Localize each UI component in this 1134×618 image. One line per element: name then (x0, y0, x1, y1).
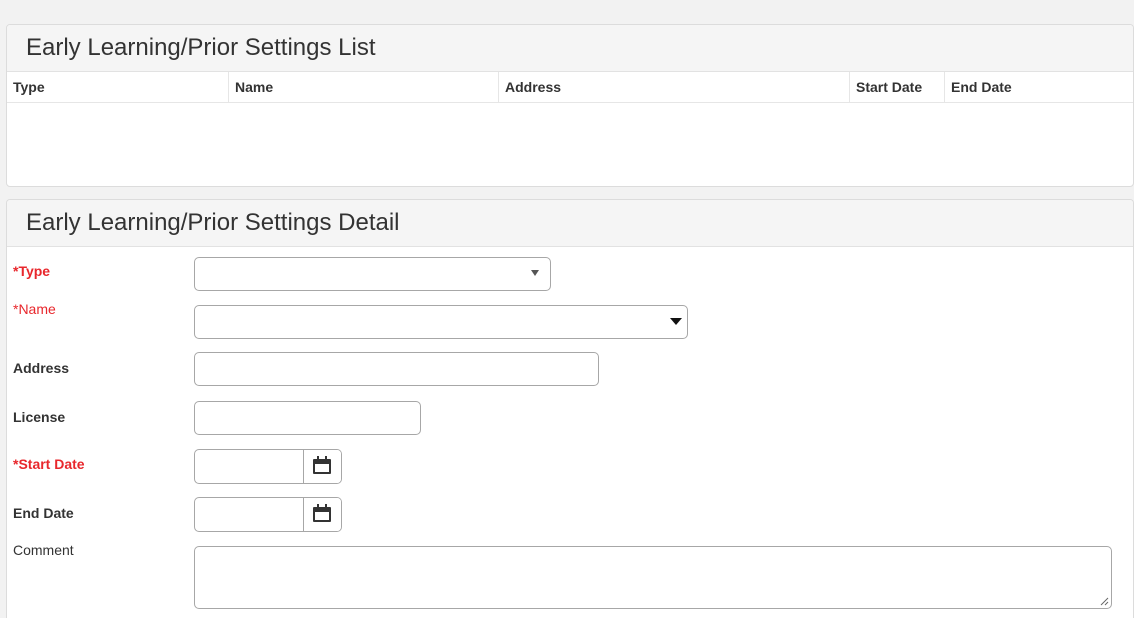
comment-field (194, 546, 1112, 609)
start-date-label: *Start Date (13, 456, 85, 472)
address-input[interactable] (194, 352, 599, 386)
end-date-field (194, 497, 342, 532)
list-table-body (7, 103, 1133, 186)
column-header-address[interactable]: Address (499, 72, 850, 102)
resize-grip-icon[interactable] (1099, 596, 1109, 606)
comment-textarea[interactable] (194, 546, 1112, 609)
column-header-type[interactable]: Type (7, 72, 229, 102)
calendar-icon (313, 504, 331, 522)
column-header-end-date[interactable]: End Date (945, 72, 1133, 102)
end-date-label: End Date (13, 505, 74, 521)
chevron-down-icon (670, 318, 682, 325)
chevron-down-icon (531, 270, 539, 276)
start-date-input[interactable] (195, 450, 303, 483)
list-table-header: Type Name Address Start Date End Date (7, 72, 1133, 103)
end-date-picker-button[interactable] (303, 498, 341, 531)
settings-detail-panel: Early Learning/Prior Settings Detail *Ty… (6, 199, 1134, 618)
name-select[interactable] (194, 305, 688, 339)
detail-panel-title: Early Learning/Prior Settings Detail (7, 200, 1133, 247)
calendar-icon (313, 456, 331, 474)
end-date-input[interactable] (195, 498, 303, 531)
comment-label: Comment (13, 542, 74, 558)
address-label: Address (13, 360, 70, 376)
type-label: *Type (13, 263, 51, 279)
start-date-picker-button[interactable] (303, 450, 341, 483)
type-select[interactable] (194, 257, 551, 291)
license-input[interactable] (194, 401, 421, 435)
settings-list-panel: Early Learning/Prior Settings List Type … (6, 24, 1134, 187)
column-header-start-date[interactable]: Start Date (850, 72, 945, 102)
start-date-field (194, 449, 342, 484)
list-panel-title: Early Learning/Prior Settings List (7, 25, 1133, 72)
column-header-name[interactable]: Name (229, 72, 499, 102)
license-label: License (13, 409, 66, 425)
name-label: *Name (13, 301, 56, 317)
